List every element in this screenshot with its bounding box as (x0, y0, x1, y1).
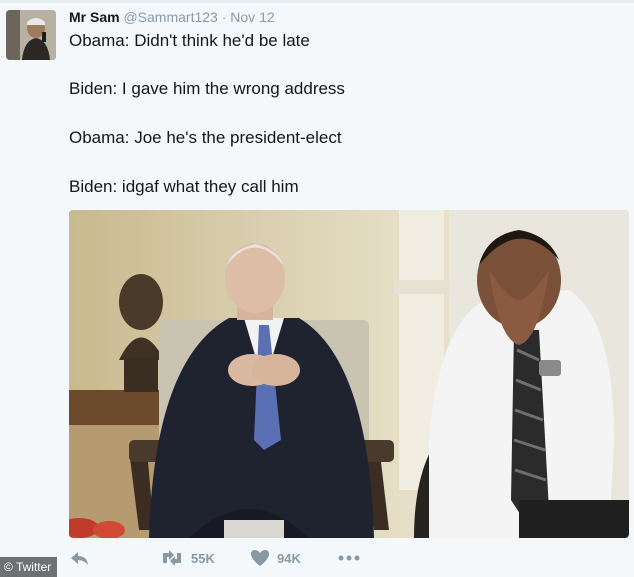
retweet-count: 55K (191, 550, 215, 566)
tweet: Mr Sam @Sammart123 · Nov 12 Obama: Didn'… (0, 0, 634, 577)
like-count: 94K (277, 550, 301, 566)
twitter-watermark: © Twitter (0, 557, 58, 577)
like-button[interactable]: 94K (249, 548, 301, 568)
retweet-button[interactable]: 55K (159, 548, 215, 568)
avatar[interactable] (6, 10, 56, 60)
tweet-header: Mr Sam @Sammart123 · Nov 12 (69, 9, 275, 25)
reply-button[interactable] (69, 548, 91, 568)
tweet-text-line: Biden: I gave him the wrong address (69, 79, 345, 98)
display-name[interactable]: Mr Sam (69, 9, 120, 25)
tweet-text-line: Biden: idgaf what they call him (69, 177, 299, 196)
more-icon (338, 555, 360, 561)
reply-icon (71, 552, 88, 565)
tweet-photo[interactable] (69, 210, 629, 538)
tweet-text-line: Obama: Didn't think he'd be late (69, 31, 310, 50)
retweet-icon (163, 550, 181, 566)
user-handle[interactable]: @Sammart123 (123, 9, 217, 25)
tweet-date[interactable]: Nov 12 (230, 9, 274, 25)
heart-icon (251, 550, 269, 566)
separator: · (221, 9, 227, 25)
more-button[interactable] (337, 548, 361, 568)
tweet-text-line: Obama: Joe he's the president-elect (69, 128, 342, 147)
tweet-actions: 55K 94K (69, 548, 629, 574)
